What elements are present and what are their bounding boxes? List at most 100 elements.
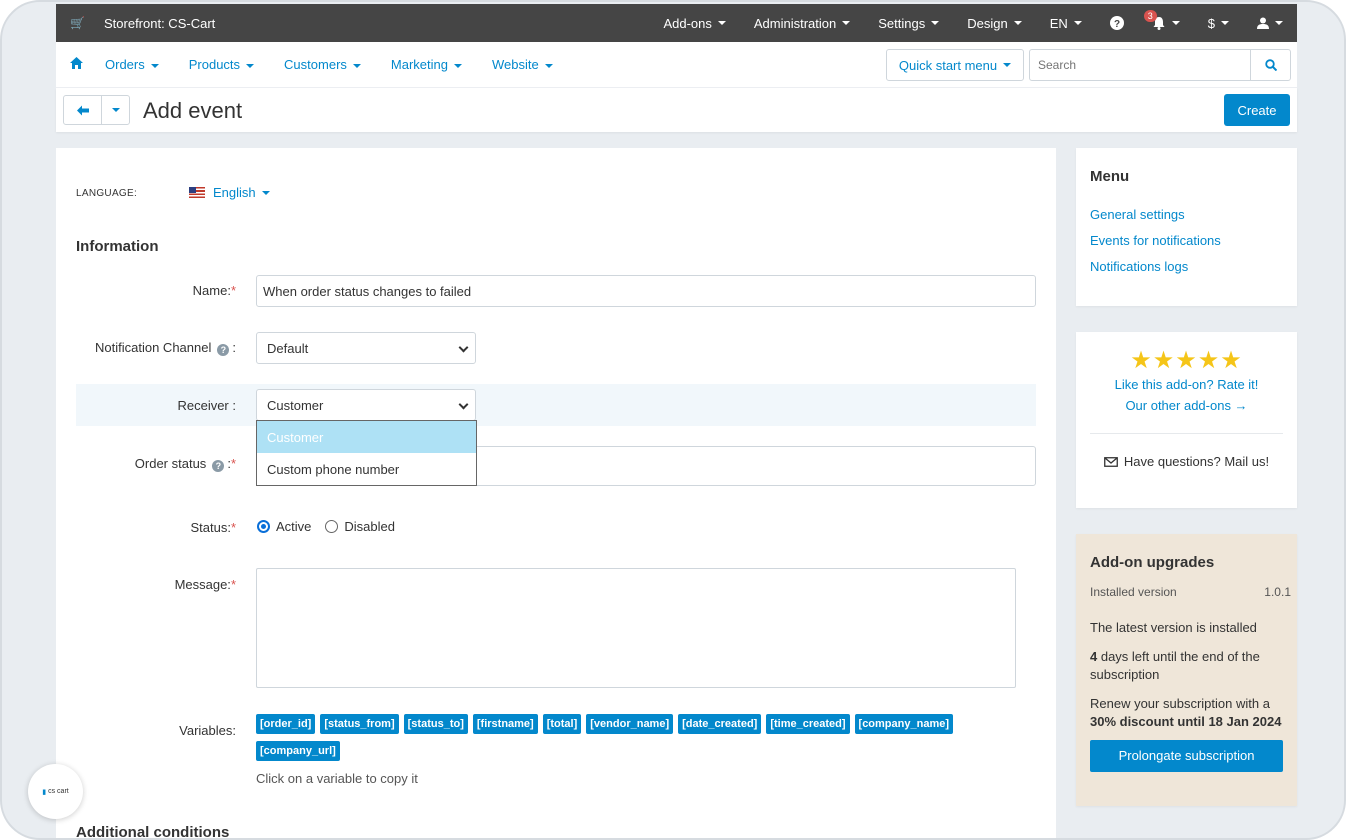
storefront-link[interactable]: Storefront: CS-Cart xyxy=(104,16,215,31)
receiver-option-customer[interactable]: Customer xyxy=(257,421,476,453)
name-row: Name:* When order status changes to fail… xyxy=(76,274,1036,308)
order-status-label: Order status?:* xyxy=(134,456,236,472)
caret-down-icon xyxy=(544,63,553,68)
top-bar: 🛒 Storefront: CS-Cart Add-ons Administra… xyxy=(56,4,1297,42)
status-disabled-radio[interactable]: Disabled xyxy=(325,519,395,534)
create-button[interactable]: Create xyxy=(1224,94,1290,126)
caret-down-icon xyxy=(717,21,726,25)
prolongate-subscription-button[interactable]: Prolongate subscription xyxy=(1090,740,1283,772)
receiver-label: Receiver : xyxy=(177,398,236,413)
app-frame: 🛒 Storefront: CS-Cart Add-ons Administra… xyxy=(0,0,1346,840)
nav-website[interactable]: Website xyxy=(492,57,553,72)
back-button[interactable] xyxy=(64,96,102,124)
installed-version-value: 1.0.1 xyxy=(1264,585,1291,599)
mail-us-link[interactable]: Have questions? Mail us! xyxy=(1090,454,1283,469)
required-marker: * xyxy=(230,577,236,592)
variable-chip[interactable]: [total] xyxy=(542,714,582,734)
cs-cart-logo[interactable]: ▮ cs cart xyxy=(28,764,83,819)
search-button[interactable] xyxy=(1250,50,1290,80)
nav-customers[interactable]: Customers xyxy=(284,57,361,72)
channel-select[interactable]: Default xyxy=(256,332,476,364)
history-dropdown-button[interactable] xyxy=(102,96,129,124)
arrow-left-icon xyxy=(76,105,89,115)
nav-products[interactable]: Products xyxy=(189,57,255,72)
svg-text:?: ? xyxy=(1114,19,1120,30)
caret-down-icon xyxy=(1073,21,1082,25)
sidebar-link-events[interactable]: Events for notifications xyxy=(1090,233,1283,248)
quick-start-menu-button[interactable]: Quick start menu xyxy=(886,49,1024,81)
caret-down-icon xyxy=(352,63,361,68)
days-left-text: 4 days left until the end of the subscri… xyxy=(1090,649,1260,682)
notification-badge: 3 xyxy=(1143,10,1157,22)
channel-row: Notification Channel?: Default xyxy=(76,331,1036,365)
variables-list: [order_id] [status_from] [status_to] [fi… xyxy=(256,714,996,768)
language-label: LANGUAGE: xyxy=(76,188,138,199)
sidebar-menu-panel: Menu General settings Events for notific… xyxy=(1076,148,1297,306)
menu-user[interactable] xyxy=(1243,4,1297,42)
sidebar-link-logs[interactable]: Notifications logs xyxy=(1090,259,1283,274)
message-textarea[interactable] xyxy=(256,568,1016,688)
event-form: LANGUAGE: English Information Name:* Whe… xyxy=(56,148,1056,840)
notifications-button[interactable]: 3 xyxy=(1138,4,1194,42)
menu-addons[interactable]: Add-ons xyxy=(649,4,739,42)
latest-version-text: The latest version is installed xyxy=(1090,620,1257,635)
cart-logo-icon: ▮ xyxy=(42,788,47,796)
sidebar-menu-title: Menu xyxy=(1090,168,1130,185)
home-icon[interactable] xyxy=(70,57,83,72)
question-icon[interactable]: ? xyxy=(217,344,230,356)
user-icon xyxy=(1257,17,1269,29)
cart-icon: 🛒 xyxy=(70,16,85,30)
chevron-down-icon xyxy=(458,399,469,410)
order-status-row: Order status?:* xyxy=(76,444,1036,486)
page-header: Add event Create xyxy=(56,88,1297,132)
required-marker: * xyxy=(230,456,236,471)
variable-chip[interactable]: [vendor_name] xyxy=(586,714,674,734)
receiver-select[interactable]: Customer xyxy=(256,389,476,421)
caret-down-icon xyxy=(246,63,255,68)
caret-down-icon xyxy=(261,190,270,195)
variable-chip[interactable]: [status_to] xyxy=(403,714,468,734)
menu-settings[interactable]: Settings xyxy=(864,4,953,42)
variables-label: Variables: xyxy=(179,723,236,738)
language-selector[interactable]: English xyxy=(189,185,270,200)
menu-language[interactable]: EN xyxy=(1036,4,1096,42)
help-icon[interactable]: ? xyxy=(1096,4,1138,42)
variable-chip[interactable]: [company_url] xyxy=(256,741,340,761)
search-input[interactable] xyxy=(1030,50,1250,80)
variable-chip[interactable]: [status_from] xyxy=(320,714,399,734)
other-addons-link[interactable]: Our other add-ons → xyxy=(1090,398,1283,413)
installed-version-row: Installed version 1.0.1 xyxy=(1090,585,1291,599)
search-box xyxy=(1029,49,1291,81)
name-input[interactable]: When order status changes to failed xyxy=(256,275,1036,307)
rate-addon-link[interactable]: Like this add-on? Rate it! xyxy=(1090,377,1283,392)
menu-currency[interactable]: $ xyxy=(1194,4,1243,42)
nav-marketing[interactable]: Marketing xyxy=(391,57,462,72)
caret-down-icon xyxy=(1275,21,1283,25)
message-label: Message:* xyxy=(174,577,236,592)
receiver-dropdown-list: Customer Custom phone number xyxy=(256,420,477,486)
question-icon[interactable]: ? xyxy=(212,460,225,472)
search-icon xyxy=(1264,59,1277,71)
variable-chip[interactable]: [time_created] xyxy=(766,714,850,734)
status-active-radio[interactable]: Active xyxy=(257,519,311,534)
variable-chip[interactable]: [order_id] xyxy=(256,714,316,734)
section-information-title: Information xyxy=(76,238,159,255)
receiver-option-custom-phone[interactable]: Custom phone number xyxy=(257,453,476,485)
us-flag-icon xyxy=(189,187,205,198)
addon-upgrades-panel: Add-on upgrades Installed version 1.0.1 … xyxy=(1076,534,1297,806)
sidebar-link-general-settings[interactable]: General settings xyxy=(1090,207,1283,222)
menu-design[interactable]: Design xyxy=(953,4,1035,42)
receiver-row: Receiver : Customer xyxy=(76,384,1036,426)
rating-stars-icon[interactable]: ★★★★★ xyxy=(1090,346,1283,375)
renew-text: Renew your subscription with a 30% discou… xyxy=(1090,696,1282,729)
variable-chip[interactable]: [firstname] xyxy=(472,714,538,734)
radio-unchecked-icon xyxy=(325,520,339,533)
menu-administration[interactable]: Administration xyxy=(740,4,864,42)
section-additional-title: Additional conditions xyxy=(76,824,230,840)
caret-down-icon xyxy=(842,21,851,25)
status-radio-group: Active Disabled xyxy=(257,519,409,534)
variable-chip[interactable]: [company_name] xyxy=(854,714,954,734)
back-button-group xyxy=(63,95,130,125)
nav-orders[interactable]: Orders xyxy=(105,57,159,72)
variable-chip[interactable]: [date_created] xyxy=(678,714,762,734)
